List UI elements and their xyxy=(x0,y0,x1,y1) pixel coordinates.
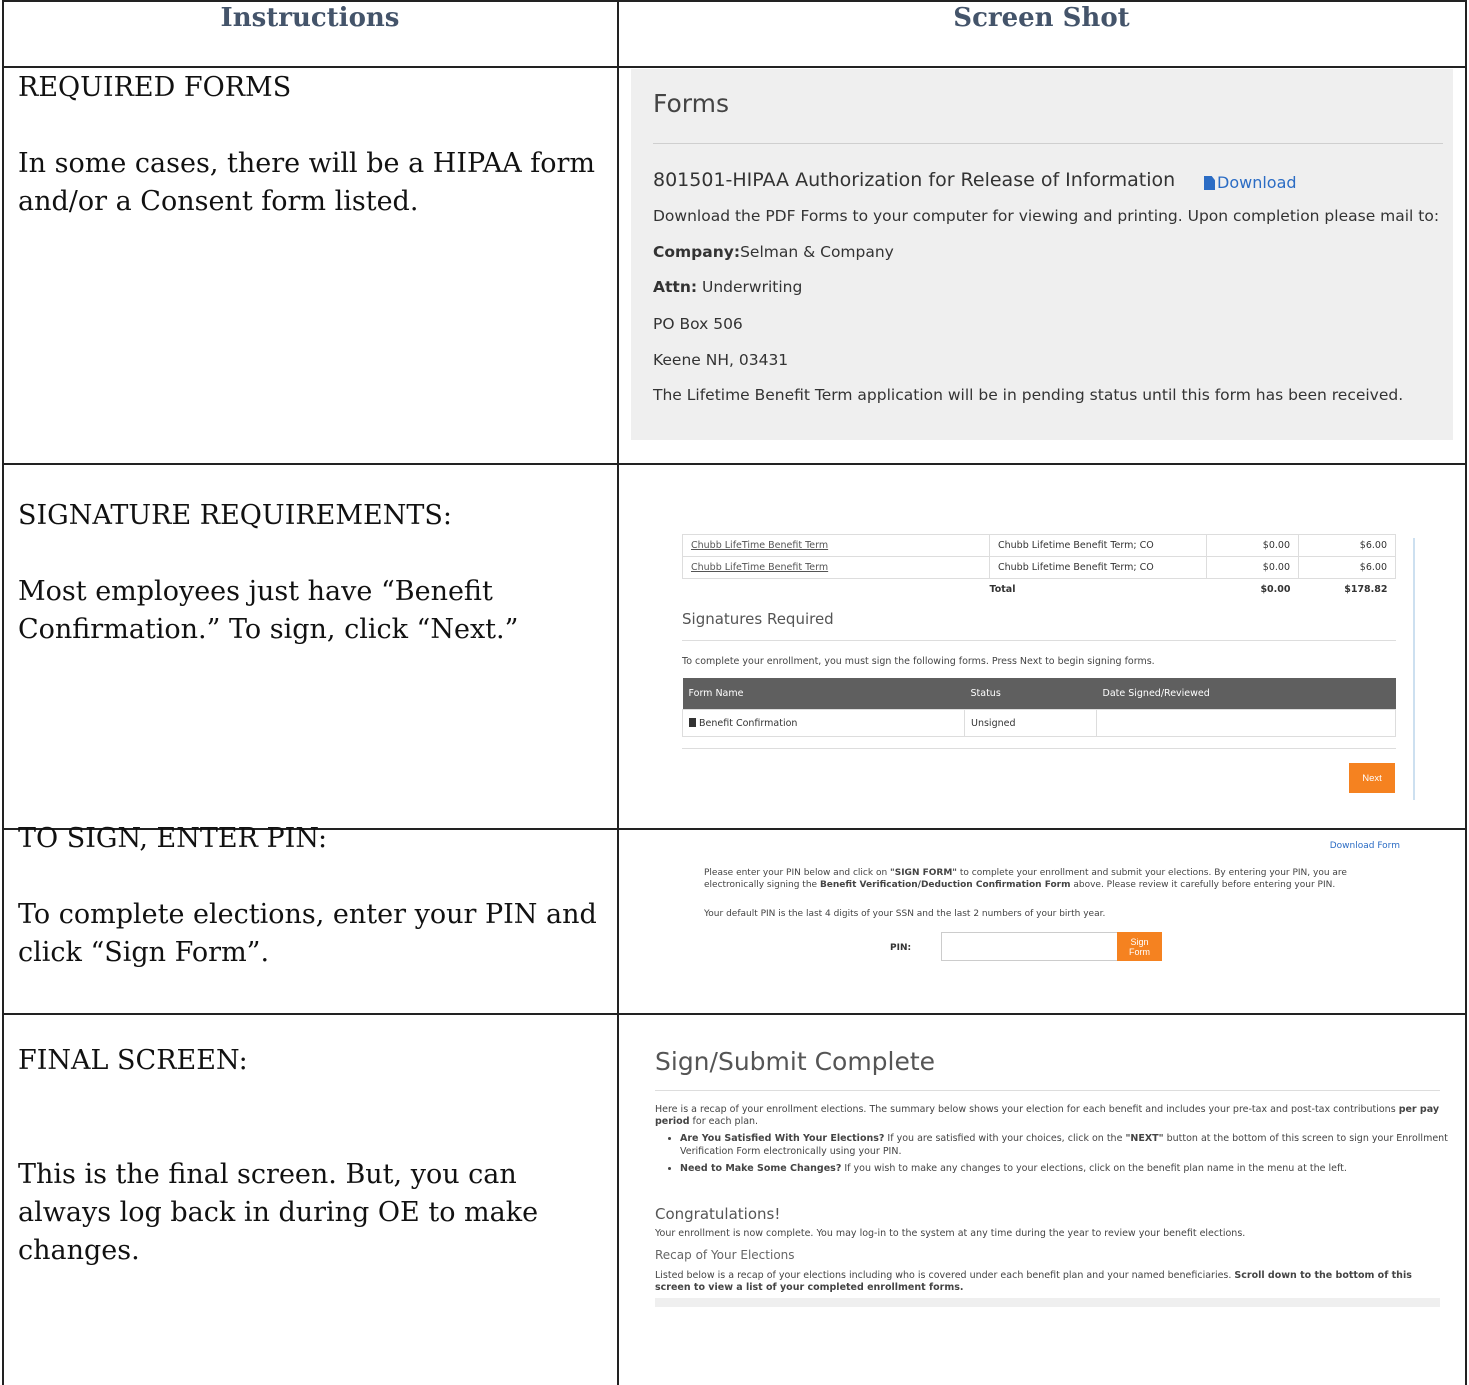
po-box: PO Box 506 xyxy=(653,315,743,333)
signatures-screenshot: Chubb LifeTime Benefit Term Chubb Lifeti… xyxy=(660,520,1430,820)
instruction-text: To complete elections, enter your PIN an… xyxy=(18,899,597,968)
plan-link[interactable]: Chubb LifeTime Benefit Term xyxy=(691,562,828,573)
instruction-signature: SIGNATURE REQUIREMENTS: Most employees j… xyxy=(18,497,608,649)
instruction-final: FINAL SCREEN: This is the final screen. … xyxy=(18,1042,608,1270)
amount-cell: $0.00 xyxy=(1206,534,1299,557)
attn-value: Underwriting xyxy=(697,278,803,296)
pending-note: The Lifetime Benefit Term application wi… xyxy=(653,386,1404,404)
download-form-link[interactable]: Download Form xyxy=(1330,841,1400,851)
company-label: Company: xyxy=(653,243,741,261)
coverage-cell: Chubb Lifetime Benefit Term; CO xyxy=(989,556,1207,579)
company-line: Company:Selman & Company xyxy=(653,243,894,261)
document-icon xyxy=(1204,176,1215,190)
total-label: Total xyxy=(989,584,1016,595)
table-border-left xyxy=(2,0,4,1385)
download-link[interactable]: Download xyxy=(1204,173,1297,192)
congrats-heading: Congratulations! xyxy=(655,1205,781,1223)
amount-cell: $0.00 xyxy=(1206,556,1299,579)
enrollment-complete-text: Your enrollment is now complete. You may… xyxy=(655,1228,1246,1239)
total-row: Total $0.00 $178.82 xyxy=(683,579,1396,601)
instruction-heading: SIGNATURE REQUIREMENTS: xyxy=(18,500,452,531)
plan-cell[interactable]: Chubb LifeTime Benefit Term xyxy=(682,556,990,579)
list-item: Need to Make Some Changes? If you wish t… xyxy=(680,1162,1450,1175)
total-amount: $178.82 xyxy=(1344,584,1388,595)
pin-instructions: Please enter your PIN below and click on… xyxy=(704,868,1347,890)
form-cell[interactable]: Benefit Confirmation xyxy=(682,709,965,737)
table-row: Chubb LifeTime Benefit Term Chubb Lifeti… xyxy=(682,534,1396,557)
pin-label: PIN: xyxy=(890,943,912,953)
final-screenshot: Sign/Submit Complete Here is a recap of … xyxy=(640,1040,1450,1380)
pin-screenshot: Download Form Please enter your PIN belo… xyxy=(690,835,1410,975)
recap-heading: Recap of Your Elections xyxy=(655,1248,795,1262)
recap-description: Listed below is a recap of your election… xyxy=(655,1270,1412,1293)
next-button[interactable]: Next xyxy=(1349,763,1395,793)
recap-intro: Here is a recap of your enrollment elect… xyxy=(655,1104,1440,1127)
instruction-required-forms: REQUIRED FORMS In some cases, there will… xyxy=(18,69,608,221)
download-label: Download xyxy=(1217,173,1297,192)
recap-panel xyxy=(655,1298,1440,1307)
divider xyxy=(682,748,1396,749)
col-form-name: Form Name xyxy=(682,678,965,710)
amount-cell: $6.00 xyxy=(1298,534,1396,557)
forms-title: Forms xyxy=(653,89,730,118)
divider xyxy=(682,640,1396,641)
table-border-right xyxy=(1465,0,1467,1385)
amount-cell: $6.00 xyxy=(1298,556,1396,579)
table-border-middle xyxy=(617,0,619,1385)
instruction-text: Most employees just have “Benefit Confir… xyxy=(18,576,519,645)
final-bullets: Are You Satisfied With Your Elections? I… xyxy=(668,1132,1450,1179)
instruction-heading: REQUIRED FORMS xyxy=(18,72,292,103)
signatures-instructions: To complete your enrollment, you must si… xyxy=(682,656,1155,667)
form-name: Benefit Confirmation xyxy=(699,717,798,729)
instruction-document: Instructions Screen Shot REQUIRED FORMS … xyxy=(0,0,1469,1385)
sign-form-button[interactable]: Sign Form xyxy=(1117,932,1162,961)
form-name: 801501-HIPAA Authorization for Release o… xyxy=(653,169,1176,191)
header-screenshot: Screen Shot xyxy=(953,3,1130,33)
forms-table: Form Name Status Date Signed/Reviewed Be… xyxy=(682,678,1396,737)
instruction-text: In some cases, there will be a HIPAA for… xyxy=(18,148,596,217)
header-instructions: Instructions xyxy=(220,3,400,33)
coverage-cell: Chubb Lifetime Benefit Term; CO xyxy=(989,534,1207,557)
table-row: Benefit Confirmation Unsigned xyxy=(682,709,1396,737)
list-item: Are You Satisfied With Your Elections? I… xyxy=(680,1132,1450,1158)
table-border-header xyxy=(2,66,1467,68)
forms-screenshot: Forms 801501-HIPAA Authorization for Rel… xyxy=(631,69,1453,440)
document-icon xyxy=(689,717,696,727)
default-pin-note: Your default PIN is the last 4 digits of… xyxy=(704,909,1106,919)
divider xyxy=(655,1090,1440,1091)
attn-label: Attn: xyxy=(653,278,698,296)
divider xyxy=(653,143,1443,144)
table-border-top xyxy=(2,0,1467,2)
scrollbar[interactable] xyxy=(1413,538,1415,800)
plan-cell[interactable]: Chubb LifeTime Benefit Term xyxy=(682,534,990,557)
signatures-title: Signatures Required xyxy=(682,610,834,628)
col-status: Status xyxy=(964,678,1097,710)
company-value: Selman & Company xyxy=(740,243,894,261)
pin-input[interactable] xyxy=(941,932,1119,961)
instruction-text: This is the final screen. But, you can a… xyxy=(18,1159,539,1266)
instruction-heading: TO SIGN, ENTER PIN: xyxy=(18,823,328,854)
instruction-pin: TO SIGN, ENTER PIN: To complete election… xyxy=(18,820,608,972)
table-row: Chubb LifeTime Benefit Term Chubb Lifeti… xyxy=(682,556,1396,579)
plan-link[interactable]: Chubb LifeTime Benefit Term xyxy=(691,540,828,551)
status-cell: Unsigned xyxy=(964,709,1097,737)
instruction-heading: FINAL SCREEN: xyxy=(18,1045,248,1076)
attn-line: Attn: Underwriting xyxy=(653,278,802,296)
table-border-row1 xyxy=(2,463,1467,465)
total-amount: $0.00 xyxy=(1260,584,1291,595)
download-instructions: Download the PDF Forms to your computer … xyxy=(653,207,1440,225)
table-border-row3 xyxy=(2,1013,1467,1015)
col-date-signed: Date Signed/Reviewed xyxy=(1096,678,1396,710)
date-cell xyxy=(1096,709,1396,737)
totals-table: Chubb LifeTime Benefit Term Chubb Lifeti… xyxy=(682,534,1396,600)
table-header: Form Name Status Date Signed/Reviewed xyxy=(682,678,1396,710)
final-title: Sign/Submit Complete xyxy=(655,1047,936,1076)
city-line: Keene NH, 03431 xyxy=(653,351,789,369)
